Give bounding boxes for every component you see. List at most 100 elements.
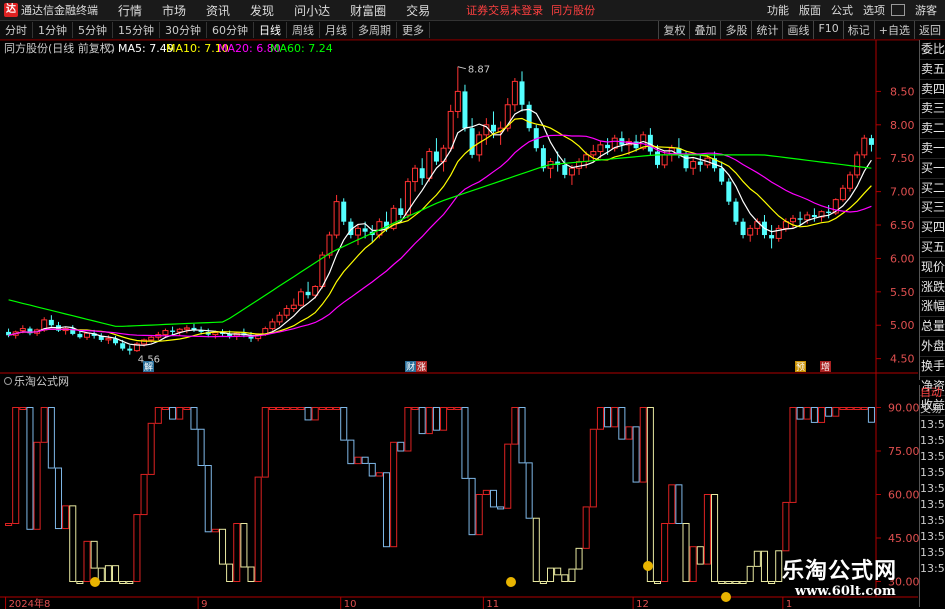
candle-body-down <box>797 218 803 220</box>
indicator-bar <box>711 494 719 582</box>
candle-body-down <box>433 151 439 162</box>
quote-label-turnover: 换手 <box>920 357 945 377</box>
indicator-bar <box>504 443 512 509</box>
candle-body-down <box>127 348 133 351</box>
kline-chart[interactable]: 4.505.005.506.006.507.007.508.008.5030.0… <box>0 0 945 609</box>
candle-body-down <box>697 161 703 165</box>
indicator-bar <box>226 563 234 582</box>
indicator-bar <box>47 407 55 469</box>
event-tag-4: 预 <box>796 362 805 373</box>
indicator-bar <box>169 407 177 420</box>
indicator-bar <box>539 581 547 584</box>
indicator-bar <box>304 407 312 421</box>
indicator-bar <box>839 407 847 410</box>
indicator-bar <box>233 523 241 582</box>
indicator-bar <box>775 550 783 583</box>
indicator-bar <box>675 484 683 525</box>
y-tick-label: 5.00 <box>890 319 915 332</box>
indicator-bar <box>119 581 127 584</box>
quote-label-sell5: 卖五 <box>920 60 945 80</box>
indicator-bar <box>653 581 662 584</box>
trade-time: 13:56 <box>920 514 945 527</box>
indicator-bar <box>646 407 654 582</box>
y-tick-label: 45.00 <box>888 532 920 545</box>
indicator-bar <box>532 517 540 583</box>
x-tick-label: 12 <box>636 599 649 609</box>
sad-face-icon <box>721 592 731 602</box>
x-tick-label: 9 <box>201 599 207 609</box>
indicator-bar <box>696 546 704 565</box>
indicator-bar <box>382 472 391 548</box>
indicator-bar <box>468 477 476 536</box>
indicator-bar <box>390 441 398 548</box>
candle-body-up <box>19 328 26 332</box>
indicator-bar <box>668 484 676 525</box>
trade-label[interactable]: 交易 <box>920 401 945 417</box>
candle-body-up <box>426 151 433 179</box>
indicator-bar <box>247 566 255 582</box>
candle-body-up <box>661 154 668 166</box>
quote-label-sell2: 卖二 <box>920 119 945 139</box>
quote-label-weibi: 委比 <box>920 40 945 60</box>
indicator-bar <box>782 501 790 552</box>
candle-body-down <box>519 81 525 105</box>
indicator-bar <box>511 407 519 445</box>
indicator-bar <box>753 550 761 567</box>
indicator-bar <box>404 407 412 452</box>
candle-body-up <box>789 217 796 223</box>
candle-body-up <box>568 167 575 176</box>
candle-body-up <box>690 161 697 169</box>
indicator-bar <box>461 407 469 479</box>
indicator-bar <box>26 407 34 530</box>
candle-body-up <box>847 174 854 189</box>
indicator-bar <box>596 407 604 430</box>
indicator-bar <box>568 568 576 582</box>
quote-label-sell1: 卖一 <box>920 139 945 159</box>
ma60-label: MA60: 7.24 <box>270 42 333 55</box>
indicator-bar <box>561 574 569 582</box>
sad-face-icon <box>506 577 516 587</box>
indicator-bar <box>12 407 20 524</box>
indicator-bar <box>489 489 498 508</box>
candle-body-down <box>120 343 126 349</box>
candle-body-up <box>212 332 219 336</box>
quote-panel: 委比 卖五 卖四 卖三 卖二 卖一 买一 买二 买三 买四 买五 现价 涨跌 涨… <box>919 40 945 417</box>
indicator-bar <box>582 506 590 549</box>
indicator-bar <box>810 407 818 423</box>
candle-body-up <box>454 90 461 112</box>
watermark-logo: 乐淘公式网 <box>782 559 898 584</box>
indicator-bar <box>197 428 205 466</box>
candle-body-up <box>583 154 590 163</box>
x-tick-label: 10 <box>344 599 357 609</box>
candle-body-up <box>597 144 604 153</box>
indicator-bar <box>853 407 861 410</box>
candle-body-up <box>176 328 183 333</box>
indicator-bar <box>425 407 433 435</box>
indicator-bar <box>475 494 483 536</box>
indicator-bar <box>211 528 219 533</box>
indicator-bar <box>611 407 619 428</box>
candle-body-up <box>297 291 304 306</box>
candle-body-down <box>826 211 832 213</box>
indicator-bar <box>682 523 690 582</box>
indicator-bar <box>340 407 348 441</box>
indicator-bar <box>268 407 276 410</box>
indicator-bar <box>768 581 776 584</box>
y-tick-label: 8.50 <box>890 85 915 98</box>
candle-body-up <box>354 227 361 236</box>
event-tag-3: 涨 <box>417 362 426 373</box>
candle-body-down <box>398 208 404 215</box>
indicator-bar <box>625 426 633 440</box>
indicator-bar <box>632 426 640 483</box>
indicator-bar <box>689 546 697 583</box>
auto-label[interactable]: 自动 <box>920 385 945 401</box>
candle-body-up <box>290 304 297 310</box>
main-chart-title: 同方股份(日线 前复权) <box>4 41 115 55</box>
indicator-bar <box>796 407 804 420</box>
quote-label-sell3: 卖三 <box>920 99 945 120</box>
indicator-bar <box>746 565 754 583</box>
trade-time: 13:56 <box>920 562 945 575</box>
indicator-bar <box>832 407 840 417</box>
indicator-bar <box>817 407 826 423</box>
indicator-bar <box>732 581 740 584</box>
